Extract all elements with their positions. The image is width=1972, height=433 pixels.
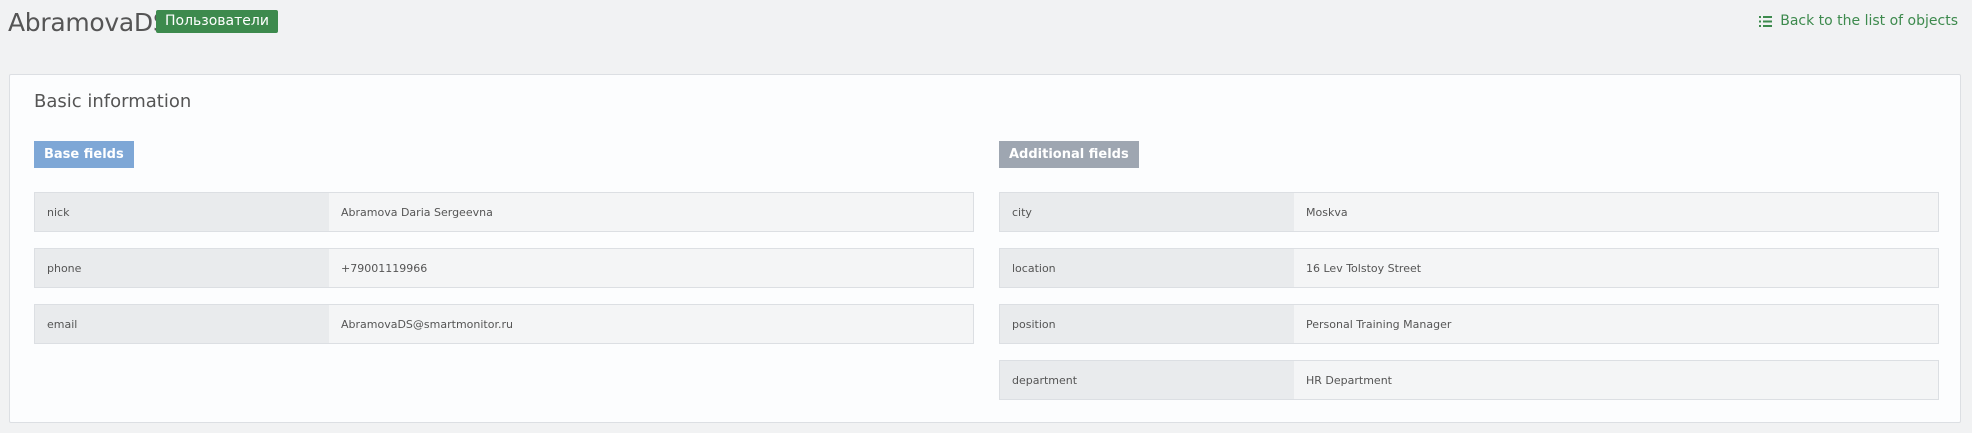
additional-fields-list: city Moskva location 16 Lev Tolstoy Stre…	[999, 192, 1939, 416]
field-value: Personal Training Manager	[1294, 305, 1938, 343]
field-value: AbramovaDS@smartmonitor.ru	[329, 305, 973, 343]
field-row-position: position Personal Training Manager	[999, 304, 1939, 344]
base-fields-list: nick Abramova Daria Sergeevna phone +790…	[34, 192, 974, 360]
additional-fields-tag: Additional fields	[999, 141, 1139, 168]
field-row-location: location 16 Lev Tolstoy Street	[999, 248, 1939, 288]
field-label: department	[1000, 361, 1294, 399]
field-label: nick	[35, 193, 329, 231]
field-row-phone: phone +79001119966	[34, 248, 974, 288]
category-badge[interactable]: Пользователи	[156, 10, 278, 33]
field-label: phone	[35, 249, 329, 287]
page-header: AbramovaDS Пользователи Back to the list…	[0, 0, 1972, 60]
base-fields-tag: Base fields	[34, 141, 134, 168]
field-value: Moskva	[1294, 193, 1938, 231]
field-row-city: city Moskva	[999, 192, 1939, 232]
field-value: 16 Lev Tolstoy Street	[1294, 249, 1938, 287]
back-link-label: Back to the list of objects	[1780, 13, 1958, 29]
field-label: position	[1000, 305, 1294, 343]
field-label: email	[35, 305, 329, 343]
field-value: +79001119966	[329, 249, 973, 287]
back-to-list-link[interactable]: Back to the list of objects	[1759, 13, 1958, 29]
field-row-email: email AbramovaDS@smartmonitor.ru	[34, 304, 974, 344]
field-value: HR Department	[1294, 361, 1938, 399]
card-title: Basic information	[34, 91, 192, 112]
field-row-nick: nick Abramova Daria Sergeevna	[34, 192, 974, 232]
field-row-department: department HR Department	[999, 360, 1939, 400]
basic-information-card: Basic information Base fields Additional…	[9, 74, 1961, 423]
field-value: Abramova Daria Sergeevna	[329, 193, 973, 231]
page-title: AbramovaDS	[8, 8, 169, 37]
field-label: location	[1000, 249, 1294, 287]
field-label: city	[1000, 193, 1294, 231]
list-icon	[1759, 15, 1773, 27]
